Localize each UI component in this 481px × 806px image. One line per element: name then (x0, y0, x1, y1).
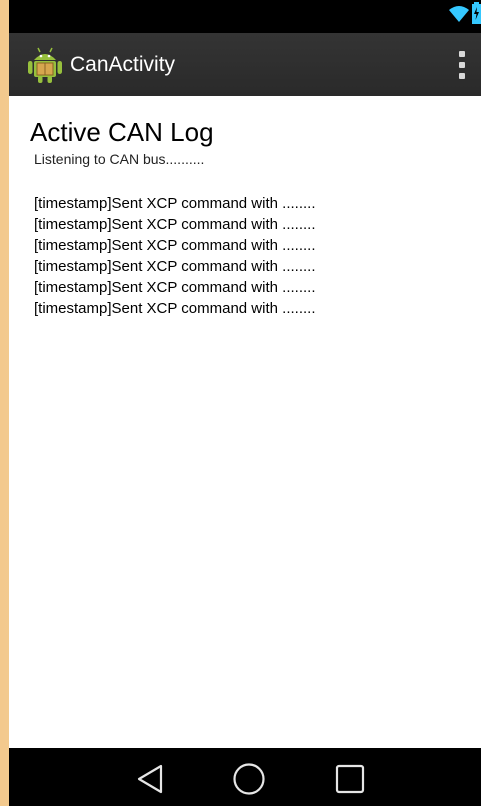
wifi-icon (448, 3, 470, 23)
log-list: [timestamp]Sent XCP command with .......… (34, 193, 316, 319)
listening-status: Listening to CAN bus.......... (34, 151, 205, 167)
log-entry: [timestamp]Sent XCP command with .......… (34, 258, 316, 275)
android-app-icon[interactable] (27, 46, 63, 84)
main-content: Active CAN Log Listening to CAN bus.....… (9, 96, 481, 748)
action-bar: CanActivity (9, 33, 481, 96)
log-entry: [timestamp]Sent XCP command with .......… (34, 195, 316, 212)
back-icon[interactable] (134, 762, 168, 796)
log-entry: [timestamp]Sent XCP command with .......… (34, 279, 316, 296)
overflow-menu-icon[interactable] (457, 51, 467, 79)
log-entry: [timestamp]Sent XCP command with .......… (34, 300, 316, 317)
log-entry: [timestamp]Sent XCP command with .......… (34, 216, 316, 233)
recent-apps-icon[interactable] (333, 762, 367, 796)
app-title: CanActivity (70, 53, 176, 76)
phone-screen: CanActivity Active CAN Log Listening to … (9, 0, 481, 806)
page-title: Active CAN Log (30, 117, 214, 147)
home-icon[interactable] (232, 762, 266, 796)
battery-charging-icon (472, 2, 481, 24)
status-bar (9, 0, 481, 33)
navigation-bar (9, 748, 481, 806)
status-icons (448, 2, 481, 24)
log-entry: [timestamp]Sent XCP command with .......… (34, 237, 316, 254)
